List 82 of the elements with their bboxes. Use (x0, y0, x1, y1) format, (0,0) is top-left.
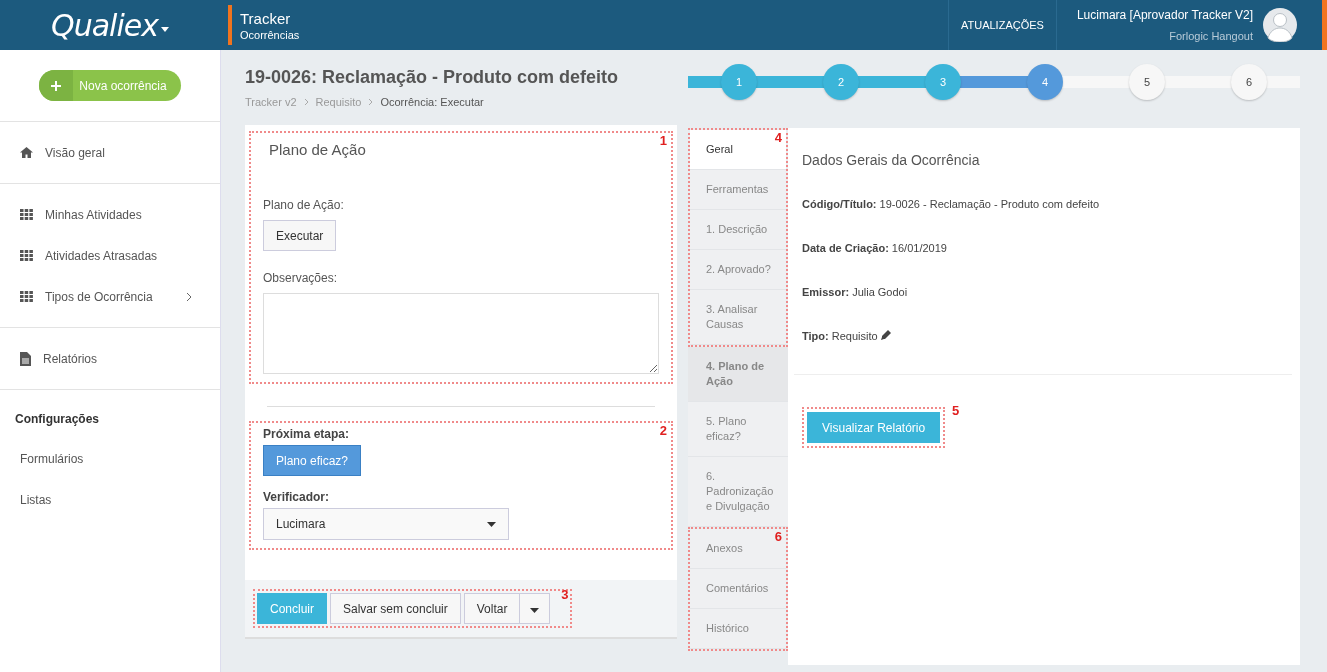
logo[interactable]: Qualiex (51, 7, 158, 43)
conclude-button[interactable]: Concluir (257, 593, 327, 624)
tab[interactable]: Ferramentas (690, 170, 786, 210)
nav-item[interactable]: Tipos de Ocorrência (0, 276, 220, 317)
nav-label: Listas (20, 492, 52, 507)
field-label: Verificador: (263, 490, 331, 504)
nav-label: Atividades Atrasadas (45, 248, 158, 263)
breadcrumb-link[interactable]: Ocorrência: Executar (380, 96, 484, 108)
grid-icon (20, 250, 33, 261)
page-title: 19-0026: Reclamação - Produto com defeito (245, 67, 620, 88)
chevron-icon (368, 98, 374, 106)
step-circle[interactable]: 5 (1129, 64, 1165, 100)
detail-text: Emissor: Julia Godoi (802, 286, 908, 298)
step-circle[interactable]: 1 (721, 64, 757, 100)
updates-link[interactable]: ATUALIZAÇÕES (948, 0, 1057, 50)
detail-text: Data de Criação: 16/01/2019 (802, 242, 947, 254)
callout-number: 4 (774, 130, 782, 145)
user-name: Lucimara [Aprovador Tracker V2] (1076, 8, 1253, 22)
nav-item[interactable]: Relatórios (0, 338, 220, 379)
field-label: Próxima etapa: (263, 427, 351, 441)
accent-bar (228, 5, 232, 45)
execute-button[interactable]: Executar (263, 220, 337, 251)
breadcrumb-link[interactable]: Requisito (315, 96, 362, 108)
edge-strip (1322, 0, 1327, 50)
tab[interactable]: 6. Padronização e Divulgação (688, 457, 788, 527)
caret-icon (487, 521, 496, 527)
pencil-icon[interactable] (880, 330, 891, 340)
notes-field[interactable] (263, 293, 659, 374)
section-title: Plano de Ação (268, 141, 367, 158)
tab[interactable]: Comentários (690, 569, 786, 609)
app-title: Tracker (240, 9, 292, 27)
nav-label: Tipos de Ocorrência (45, 289, 153, 304)
new-occurrence-button[interactable]: Nova ocorrência (39, 70, 181, 101)
view-report-button[interactable]: Visualizar Relatório (807, 412, 941, 443)
field-label: Observações: (263, 271, 339, 285)
dropdown-button[interactable] (519, 593, 551, 624)
callout-number: 1 (659, 133, 667, 148)
nav-item[interactable]: Listas (0, 479, 220, 520)
document-icon (20, 351, 31, 366)
callout-number: 2 (659, 423, 667, 438)
nav-item[interactable]: Minhas Atividades (0, 194, 220, 235)
save-button[interactable]: Salvar sem concluir (330, 593, 461, 624)
chevron-icon (186, 291, 192, 302)
plus-icon (51, 80, 62, 91)
avatar-icon[interactable] (1263, 8, 1297, 42)
nav-label: Relatórios (43, 351, 98, 366)
step-circle[interactable]: 4 (1027, 64, 1063, 100)
caret-icon (530, 607, 540, 613)
detail-text: Código/Título: 19-0026 - Reclamação - Produto com defeito (802, 198, 1100, 210)
next-step-button[interactable]: Plano eficaz? (263, 445, 362, 476)
grid-icon (20, 291, 33, 302)
tab[interactable]: Histórico (690, 609, 786, 649)
nav-item[interactable]: Atividades Atrasadas (0, 235, 220, 276)
user-organization: Forlogic Hangout (1169, 30, 1253, 42)
nav-label: Visão geral (45, 145, 105, 160)
callout-number: 6 (774, 529, 782, 544)
verifier-dropdown[interactable]: Lucimara (263, 508, 509, 540)
grid-icon (20, 209, 33, 220)
breadcrumb-link[interactable]: Tracker v2 (245, 96, 297, 108)
home-icon (20, 147, 33, 158)
tab[interactable]: 5. Plano eficaz? (688, 402, 788, 457)
section-title: Dados Gerais da Ocorrência (802, 152, 981, 168)
detail-text: Tipo: Requisito (802, 330, 878, 342)
app-subtitle: Ocorrências (240, 28, 300, 41)
callout-number: 3 (561, 587, 569, 602)
tab[interactable]: 1. Descrição (690, 210, 786, 250)
field-label: Plano de Ação: (263, 198, 345, 212)
step-circle[interactable]: 3 (925, 64, 961, 100)
nav-item[interactable]: Formulários (0, 438, 220, 479)
caret-icon[interactable] (160, 26, 169, 32)
nav-label: Formulários (20, 451, 84, 466)
back-button[interactable]: Voltar (463, 593, 521, 624)
step-circle[interactable]: 2 (823, 64, 859, 100)
step-circle[interactable]: 6 (1231, 64, 1267, 100)
nav-item[interactable]: Visão geral (0, 132, 220, 173)
nav-label: Minhas Atividades (45, 207, 142, 222)
section-heading: Configurações (14, 411, 100, 428)
tab[interactable]: 4. Plano de Ação (688, 347, 788, 402)
chevron-icon (303, 98, 309, 106)
tab[interactable]: 3. Analisar Causas (690, 290, 786, 345)
tab[interactable]: 2. Aprovado? (690, 250, 786, 290)
callout-number: 5 (951, 403, 960, 418)
